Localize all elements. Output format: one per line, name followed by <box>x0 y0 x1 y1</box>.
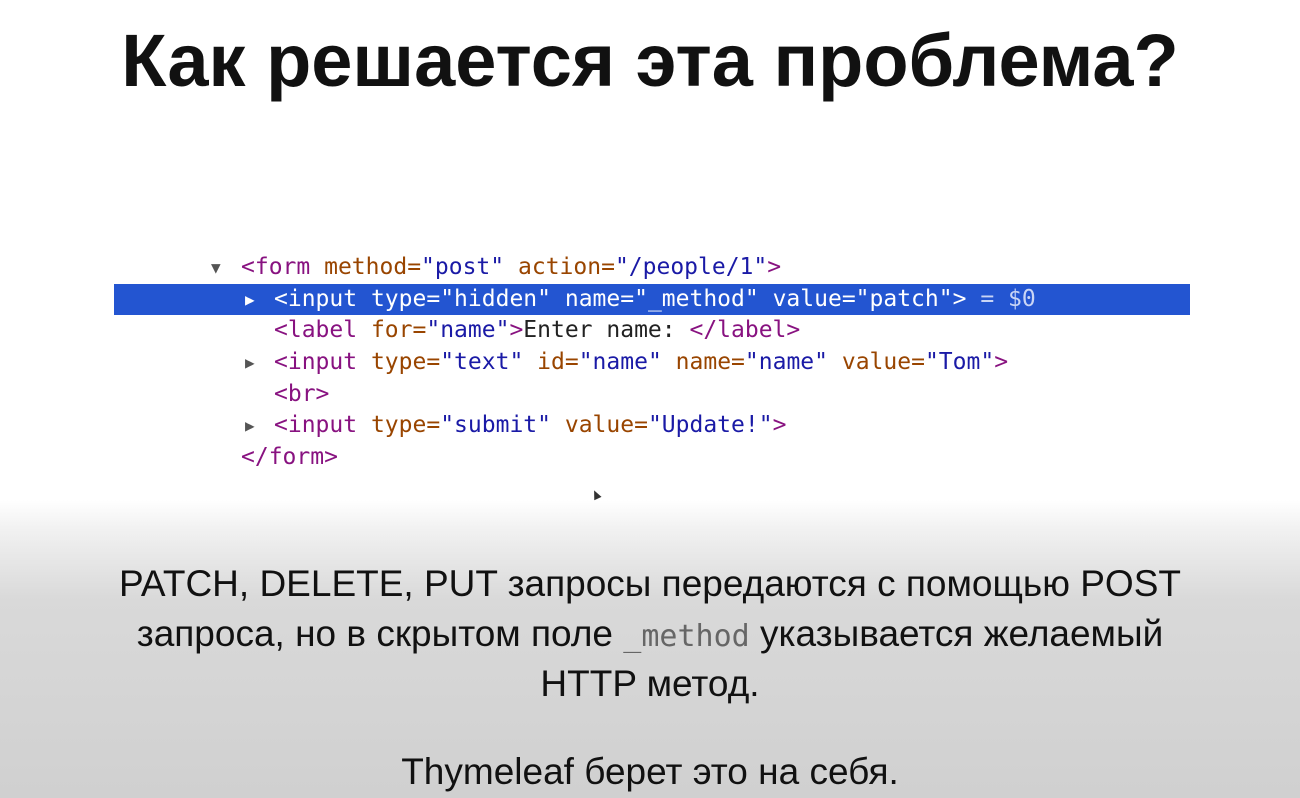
hidden-input-code: <input type="hidden" name="_method" valu… <box>274 285 1036 312</box>
tree-node-hidden-input[interactable]: ▶ <input type="hidden" name="_method" va… <box>114 283 1190 316</box>
tree-node-form[interactable]: ▼ <form method="post" action="/people/1"… <box>114 252 1190 284</box>
tree-node-form-close[interactable]: </form> <box>114 442 1190 474</box>
tree-node-text-input[interactable]: ▶ <input type="text" id="name" name="nam… <box>114 347 1190 379</box>
console-ref: = $0 <box>966 285 1036 312</box>
form-close-code: </form> <box>241 444 338 471</box>
caption-line-1: PATCH, DELETE, PUT запросы передаются с … <box>119 563 1181 604</box>
expand-triangle-icon[interactable]: ▶ <box>245 284 255 316</box>
caption-line-2: запроса, но в скрытом поле _method указы… <box>136 613 1164 654</box>
tree-node-submit-input[interactable]: ▶ <input type="submit" value="Update!"> <box>114 410 1190 442</box>
submit-input-code: <input type="submit" value="Update!"> <box>274 412 787 439</box>
expand-triangle-icon[interactable]: ▶ <box>245 410 255 442</box>
slide: Как решается эта проблема? ▼ <form metho… <box>0 0 1300 798</box>
caption-line-3: HTTP метод. <box>540 663 760 704</box>
tree-node-br[interactable]: <br> <box>114 379 1190 411</box>
text-input-code: <input type="text" id="name" name="name"… <box>274 349 1009 376</box>
br-code: <br> <box>274 380 330 407</box>
devtools-elements-tree: ▼ <form method="post" action="/people/1"… <box>114 252 1190 474</box>
tree-node-label[interactable]: <label for="name">Enter name: </label> <box>114 315 1190 347</box>
slide-title: Как решается эта проблема? <box>121 19 1179 102</box>
form-open-code: <form method="post" action="/people/1"> <box>241 254 782 280</box>
collapse-triangle-icon[interactable]: ▼ <box>211 252 221 284</box>
method-field-code: _method <box>623 619 750 654</box>
mouse-cursor-icon <box>590 488 602 501</box>
caption-note: Thymeleaf берет это на себя. <box>401 751 899 792</box>
label-code: <label for="name">Enter name: </label> <box>274 317 801 344</box>
expand-triangle-icon[interactable]: ▶ <box>245 347 255 379</box>
